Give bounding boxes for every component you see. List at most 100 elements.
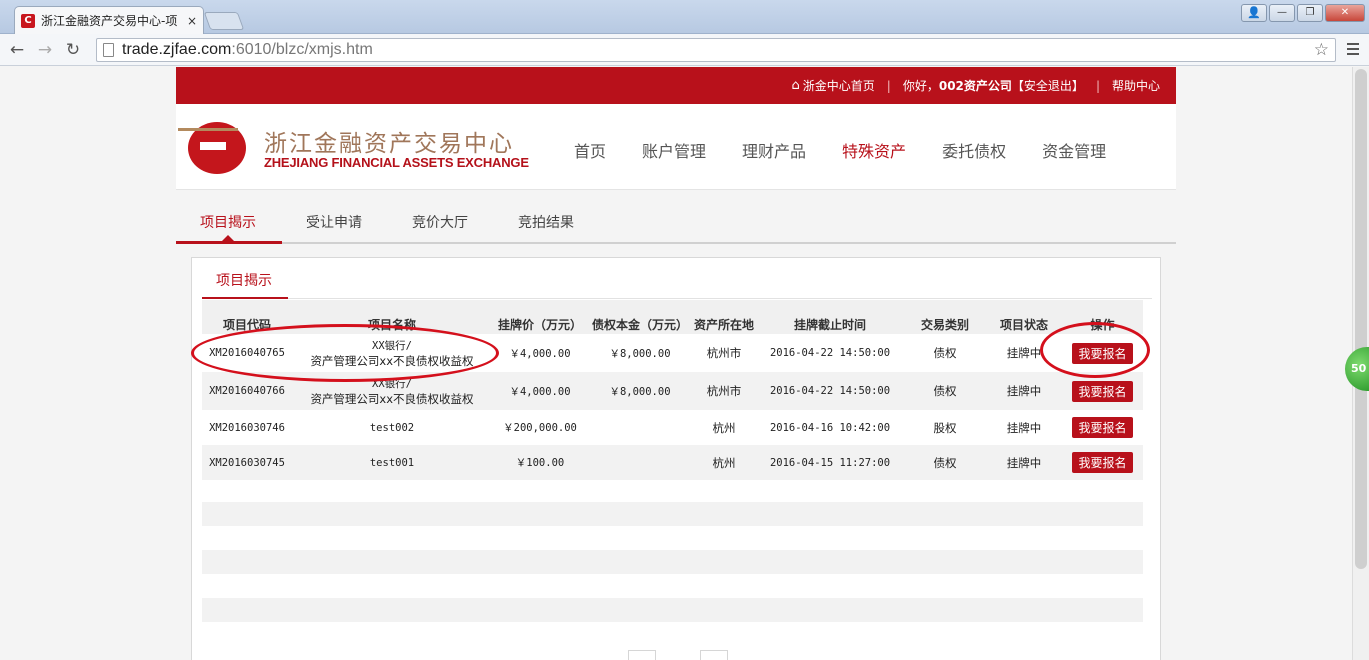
table-row: XM2016030746 test002 ￥200,000.00 杭州 2016…: [202, 410, 1143, 445]
empty-row: [202, 598, 1143, 622]
logout-link[interactable]: 【安全退出】: [1012, 77, 1084, 94]
minimize-button[interactable]: —: [1269, 4, 1295, 22]
nav-home[interactable]: 首页: [574, 138, 606, 162]
col-category: 交易类别: [904, 300, 986, 334]
logo-stroke: [178, 128, 238, 131]
panel-tab-title[interactable]: 项目揭示: [216, 270, 272, 290]
main-nav: 首页 账户管理 理财产品 特殊资产 委托债权 资金管理: [574, 138, 1142, 162]
user-profile-icon[interactable]: 👤: [1241, 4, 1267, 22]
nav-entrusted-debt[interactable]: 委托债权: [942, 138, 1006, 162]
url-text: trade.zjfae.com:6010/blzc/xmjs.htm: [122, 41, 373, 59]
browser-titlebar: C 浙江金融资产交易中心-项 × 👤 — ❐ ✕: [0, 0, 1369, 34]
page-icon: [103, 43, 114, 57]
pager-prev-button[interactable]: [628, 650, 656, 660]
scrollbar-thumb[interactable]: [1355, 69, 1367, 569]
divider: |: [886, 78, 891, 93]
tab-title: 浙江金融资产交易中心-项: [41, 14, 178, 28]
cell-name[interactable]: test001: [292, 445, 492, 480]
active-tab-arrow: [222, 235, 234, 241]
cell-code: XM2016030745: [202, 445, 292, 480]
cell-price: ￥4,000.00: [492, 334, 588, 372]
cell-category: 股权: [904, 410, 986, 445]
back-icon[interactable]: ←: [6, 40, 28, 60]
cell-principal: ￥8,000.00: [588, 372, 692, 410]
divider: |: [1095, 78, 1100, 93]
pager-next-button[interactable]: [700, 650, 728, 660]
url-host: trade.zjfae.com: [122, 41, 232, 58]
cell-category: 债权: [904, 445, 986, 480]
new-tab-button[interactable]: [203, 12, 245, 30]
nav-special-assets[interactable]: 特殊资产: [842, 138, 906, 162]
cell-principal: [588, 445, 692, 480]
tab-project-disclosure[interactable]: 项目揭示: [200, 212, 256, 232]
cell-deadline: 2016-04-16 10:42:00: [756, 410, 904, 445]
cell-price: ￥100.00: [492, 445, 588, 480]
tab-bidding-hall[interactable]: 竞价大厅: [412, 212, 468, 232]
col-price: 挂牌价（万元）: [492, 300, 588, 334]
home-link[interactable]: 浙金中心首页: [803, 77, 875, 94]
cell-name[interactable]: test002: [292, 410, 492, 445]
active-tab-indicator: [176, 241, 282, 244]
empty-row: [202, 502, 1143, 526]
tab-auction-results[interactable]: 竞拍结果: [518, 212, 574, 232]
top-utility-bar: ⌂ 浙金中心首页 | 你好， 002资产公司 【安全退出】 | 帮助中心: [176, 67, 1176, 104]
col-status: 项目状态: [986, 300, 1062, 334]
nav-account[interactable]: 账户管理: [642, 138, 706, 162]
cell-principal: [588, 410, 692, 445]
cell-deadline: 2016-04-15 11:27:00: [756, 445, 904, 480]
empty-row: [202, 550, 1143, 574]
cell-status: 挂牌中: [986, 372, 1062, 410]
tab-transfer-application[interactable]: 受让申请: [306, 212, 362, 232]
close-window-button[interactable]: ✕: [1325, 4, 1365, 22]
url-path: :6010/blzc/xmjs.htm: [231, 41, 373, 58]
address-bar[interactable]: trade.zjfae.com:6010/blzc/xmjs.htm ☆: [96, 38, 1336, 62]
signup-button[interactable]: 我要报名: [1072, 380, 1133, 402]
table-row: XM2016030745 test001 ￥100.00 杭州 2016-04-…: [202, 445, 1143, 480]
forward-icon[interactable]: →: [34, 40, 56, 60]
project-panel: 项目揭示 项目代码 项目名称 挂牌价（万元） 债权本金（万元） 资产所在地 挂牌…: [191, 257, 1161, 660]
site-container: ⌂ 浙金中心首页 | 你好， 002资产公司 【安全退出】 | 帮助中心 浙江金…: [176, 67, 1176, 660]
close-tab-icon[interactable]: ×: [187, 14, 197, 28]
sub-tabs: 项目揭示 受让申请 竞价大厅 竞拍结果: [176, 190, 1176, 244]
cell-category: 债权: [904, 372, 986, 410]
col-location: 资产所在地: [692, 300, 756, 334]
logo-mark: [200, 142, 226, 150]
floating-badge[interactable]: 50: [1345, 347, 1369, 391]
browser-menu-icon[interactable]: [1347, 43, 1359, 58]
cell-location: 杭州市: [692, 372, 756, 410]
panel-tab-indicator: [202, 297, 288, 299]
cell-location: 杭州: [692, 410, 756, 445]
cell-principal: ￥8,000.00: [588, 334, 692, 372]
cell-location: 杭州市: [692, 334, 756, 372]
browser-tab[interactable]: C 浙江金融资产交易中心-项 ×: [14, 6, 204, 34]
cell-status: 挂牌中: [986, 445, 1062, 480]
logo-text-cn: 浙江金融资产交易中心: [264, 131, 514, 157]
restore-button[interactable]: ❐: [1297, 4, 1323, 22]
favicon-icon: C: [21, 13, 35, 28]
nav-wealth[interactable]: 理财产品: [742, 138, 806, 162]
cell-action: 我要报名: [1062, 445, 1143, 480]
reload-icon[interactable]: ↻: [62, 40, 84, 60]
annotation-ellipse-name: [191, 324, 499, 382]
help-link[interactable]: 帮助中心: [1112, 77, 1160, 94]
bookmark-star-icon[interactable]: ☆: [1314, 40, 1329, 60]
cell-code: XM2016030746: [202, 410, 292, 445]
site-header: 浙江金融资产交易中心 ZHEJIANG FINANCIAL ASSETS EXC…: [176, 104, 1176, 190]
cell-action: 我要报名: [1062, 410, 1143, 445]
cell-name-line2: 资产管理公司xx不良债权收益权: [310, 391, 474, 406]
cell-price: ￥200,000.00: [492, 410, 588, 445]
browser-toolbar: ← → ↻ trade.zjfae.com:6010/blzc/xmjs.htm…: [0, 34, 1369, 66]
panel-divider: [202, 298, 1152, 299]
signup-button[interactable]: 我要报名: [1072, 452, 1133, 473]
cell-deadline: 2016-04-22 14:50:00: [756, 372, 904, 410]
nav-funds[interactable]: 资金管理: [1042, 138, 1106, 162]
signup-button[interactable]: 我要报名: [1072, 417, 1133, 438]
company-name: 002资产公司: [938, 79, 1012, 93]
col-deadline: 挂牌截止时间: [756, 300, 904, 334]
logo-text-en: ZHEJIANG FINANCIAL ASSETS EXCHANGE: [264, 155, 529, 170]
cell-location: 杭州: [692, 445, 756, 480]
cell-deadline: 2016-04-22 14:50:00: [756, 334, 904, 372]
annotation-ellipse-action: [1040, 322, 1150, 378]
home-icon: ⌂: [791, 78, 800, 93]
cell-category: 债权: [904, 334, 986, 372]
